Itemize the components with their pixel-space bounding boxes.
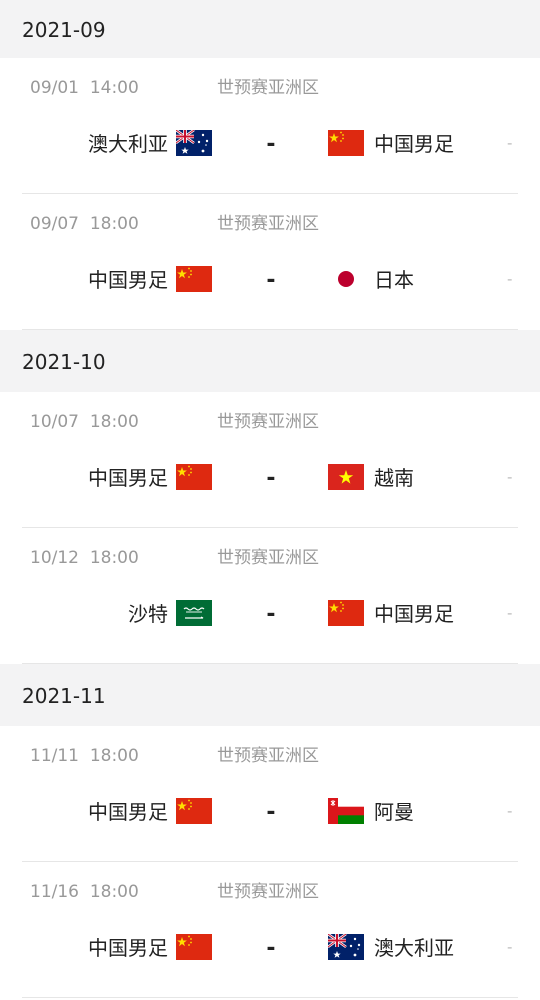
home-team-name: 中国男足 <box>88 268 168 292</box>
china-flag-icon <box>328 600 364 626</box>
match-row[interactable]: 11/11 18:00 世预赛亚洲区 中国男足 - 阿曼 - <box>0 726 540 862</box>
away-team-name: 澳大利亚 <box>374 936 454 960</box>
match-score: - <box>507 270 513 288</box>
home-team-name: 沙特 <box>128 602 168 626</box>
versus-separator: - <box>266 268 276 293</box>
month-header: 2021-10 <box>0 330 540 392</box>
match-date: 11/16 <box>30 882 79 902</box>
match-date: 10/07 <box>30 412 79 432</box>
match-score: - <box>507 604 513 622</box>
china-flag-icon <box>176 266 212 292</box>
china-flag-icon <box>176 464 212 490</box>
australia-flag-icon <box>328 934 364 960</box>
match-score: - <box>507 938 513 956</box>
away-team-name: 阿曼 <box>374 800 414 824</box>
month-label: 2021-10 <box>22 350 106 374</box>
match-time: 18:00 <box>89 412 139 432</box>
japan-flag-icon <box>328 266 364 292</box>
away-team-name: 中国男足 <box>374 132 454 156</box>
away-team-name: 中国男足 <box>374 602 454 626</box>
versus-separator: - <box>266 800 276 825</box>
match-time: 18:00 <box>89 548 139 568</box>
match-time: 18:00 <box>89 214 139 234</box>
month-label: 2021-11 <box>22 684 106 708</box>
match-row[interactable]: 09/01 14:00 世预赛亚洲区 澳大利亚 - 中国男足 - <box>0 58 540 194</box>
versus-separator: - <box>266 936 276 961</box>
month-header: 2021-09 <box>0 0 540 58</box>
match-date: 10/12 <box>30 548 79 568</box>
oman-flag-icon <box>328 798 364 824</box>
match-row[interactable]: 11/16 18:00 世预赛亚洲区 中国男足 - 澳大利亚 - <box>0 862 540 998</box>
competition-label: 世预赛亚洲区 <box>217 548 319 568</box>
competition-label: 世预赛亚洲区 <box>217 214 319 234</box>
competition-label: 世预赛亚洲区 <box>217 746 319 766</box>
match-score: - <box>507 802 513 820</box>
home-team-name: 中国男足 <box>88 800 168 824</box>
match-datetime: 11/11 18:00 <box>30 748 139 765</box>
match-row[interactable]: 10/07 18:00 世预赛亚洲区 中国男足 - 越南 - <box>0 392 540 528</box>
away-team-name: 越南 <box>374 466 414 490</box>
competition-label: 世预赛亚洲区 <box>217 78 319 98</box>
australia-flag-icon <box>176 130 212 156</box>
row-divider <box>22 997 518 998</box>
china-flag-icon <box>176 934 212 960</box>
versus-separator: - <box>266 132 276 157</box>
match-datetime: 09/07 18:00 <box>30 216 139 233</box>
match-date: 11/11 <box>30 746 79 766</box>
versus-separator: - <box>266 466 276 491</box>
home-team-name: 澳大利亚 <box>88 132 168 156</box>
month-header: 2021-11 <box>0 664 540 726</box>
match-time: 18:00 <box>89 746 139 766</box>
match-time: 18:00 <box>89 882 139 902</box>
match-row[interactable]: 09/07 18:00 世预赛亚洲区 中国男足 - 日本 - <box>0 194 540 330</box>
match-score: - <box>507 468 513 486</box>
versus-separator: - <box>266 602 276 627</box>
match-datetime: 11/16 18:00 <box>30 884 139 901</box>
china-flag-icon <box>328 130 364 156</box>
home-team-name: 中国男足 <box>88 466 168 490</box>
match-date: 09/07 <box>30 214 79 234</box>
match-datetime: 10/07 18:00 <box>30 414 139 431</box>
vietnam-flag-icon <box>328 464 364 490</box>
match-time: 14:00 <box>89 78 139 98</box>
match-date: 09/01 <box>30 78 79 98</box>
home-team-name: 中国男足 <box>88 936 168 960</box>
china-flag-icon <box>176 798 212 824</box>
match-datetime: 09/01 14:00 <box>30 80 139 97</box>
competition-label: 世预赛亚洲区 <box>217 412 319 432</box>
month-label: 2021-09 <box>22 18 106 42</box>
away-team-name: 日本 <box>374 268 414 292</box>
saudi-flag-icon <box>176 600 212 626</box>
match-score: - <box>507 134 513 152</box>
competition-label: 世预赛亚洲区 <box>217 882 319 902</box>
match-datetime: 10/12 18:00 <box>30 550 139 567</box>
match-row[interactable]: 10/12 18:00 世预赛亚洲区 沙特 - 中国男足 - <box>0 528 540 664</box>
